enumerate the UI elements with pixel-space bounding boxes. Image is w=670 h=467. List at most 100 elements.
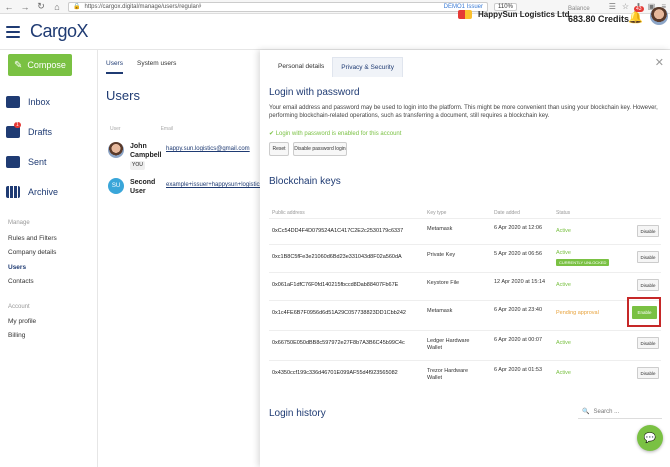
table-row: 0x66750E050dBB8c597972e27F8b7A3B6C45b99C… [269, 330, 661, 356]
reset-button[interactable]: Reset [269, 142, 289, 156]
login-history-title: Login history [269, 408, 326, 419]
hamburger-menu-icon[interactable] [6, 25, 20, 38]
forward-icon[interactable]: → [20, 2, 30, 12]
you-badge: YOU [130, 161, 145, 170]
col-email[interactable]: Email [161, 126, 174, 132]
key-status: Pending approval [556, 310, 599, 316]
company-selector[interactable]: HappySun Logistics Ltd. [458, 10, 572, 19]
col-public-address: Public address [272, 210, 305, 216]
company-logo [458, 10, 472, 19]
col-date-added: Date added [494, 210, 520, 216]
lock-icon: 🔒 [73, 4, 81, 10]
search-icon: 🔍 [582, 409, 590, 415]
page-title: Users [106, 88, 140, 103]
tab-users[interactable]: Users [106, 60, 123, 74]
search-input[interactable]: 🔍 Search ... [578, 405, 662, 419]
sidebar-item-label: Drafts [28, 127, 53, 137]
user-email[interactable]: example+issuer+happysun+logistics [166, 182, 263, 188]
url-text: https://cargox.digital/manage/users/regu… [84, 3, 202, 10]
key-date: 6 Apr 2020 at 23:40 [494, 307, 543, 313]
manage-section-title: Manage [8, 220, 30, 226]
login-password-title: Login with password [269, 87, 360, 98]
archive-icon [6, 186, 20, 198]
table-row: 0xCc54DD4F4D079524A1C417C2E2c2530179c633… [269, 218, 661, 244]
key-date: 6 Apr 2020 at 12:06 [494, 225, 543, 231]
key-date: 12 Apr 2020 at 15:14 [494, 279, 546, 285]
home-icon[interactable]: ⌂ [52, 2, 62, 12]
avatar [108, 142, 124, 158]
sidebar-item-sent[interactable]: Sent [6, 156, 47, 168]
login-description: Your email address and password may be u… [269, 105, 658, 119]
back-icon[interactable]: ← [4, 2, 14, 12]
sidebar-item-users[interactable]: Users [8, 264, 26, 271]
balance-value: 683.80 Credits [568, 14, 630, 24]
disable-button[interactable]: Disable [637, 251, 659, 263]
key-address: 0x1c4FE6B7F0956d6d51A29C057738823DD1Cbb2… [272, 310, 406, 316]
close-icon[interactable]: ✕ [655, 56, 664, 69]
key-type: Metamask [427, 226, 453, 232]
key-status: Active [556, 370, 571, 376]
company-name: HappySun Logistics Ltd. [478, 10, 572, 19]
key-status: Active [556, 340, 571, 346]
users-list: Users System users Users User Email John… [98, 50, 263, 467]
sidebar-item-label: Archive [28, 187, 59, 197]
drafts-badge: 1 [14, 122, 21, 128]
key-type: Keystore File [427, 280, 460, 286]
col-key-type: Key type [427, 210, 447, 216]
balance-label: Balance [568, 6, 590, 12]
table-row: 0x4350ccf199c336d46701E099AF55d4f9235650… [269, 360, 661, 386]
sidebar-item-rules[interactable]: Rules and Filters [8, 235, 57, 242]
user-detail-panel: Personal details Privacy & Security ✕ Lo… [260, 50, 670, 467]
table-row: 0x1c4FE6B7F0956d6d51A29C057738823DD1Cbb2… [269, 300, 661, 326]
disable-button[interactable]: Disable [637, 337, 659, 349]
disable-button[interactable]: Disable [637, 367, 659, 379]
enable-button[interactable]: Enable [632, 306, 657, 319]
user-email[interactable]: happy.sun.logistics@gmail.com [166, 146, 250, 152]
unlocked-badge: CURRENTLY UNLOCKED [556, 259, 610, 266]
key-address: 0x061aF1dfC76F0fd140215fbccd8Dab88407Fb6… [272, 282, 399, 288]
pen-icon: ✎ [14, 59, 23, 71]
inbox-icon [6, 96, 20, 108]
user-avatar[interactable] [650, 7, 668, 25]
tab-privacy-security[interactable]: Privacy & Security [332, 57, 403, 77]
users-table-header: User Email [110, 126, 173, 132]
table-row[interactable]: SU Second User example+issuer+happysun+l… [108, 178, 263, 196]
compose-button[interactable]: ✎ Compose [8, 54, 72, 76]
account-section-title: Account [8, 304, 30, 310]
sidebar-item-inbox[interactable]: Inbox [6, 96, 50, 108]
chat-button[interactable]: 💬 [637, 425, 663, 451]
sidebar-item-company[interactable]: Company details [8, 249, 56, 256]
compose-label: Compose [27, 60, 66, 70]
sidebar-item-label: Sent [28, 157, 47, 167]
table-row[interactable]: John Campbell YOU happy.sun.logistics@gm… [108, 142, 250, 170]
users-tabs: Users System users [106, 60, 176, 74]
key-type: Metamask [427, 308, 453, 314]
bell-icon[interactable]: 🔔 43 [628, 6, 644, 24]
key-type: Trezor Hardware Wallet [427, 368, 469, 381]
tab-personal-details[interactable]: Personal details [270, 57, 332, 77]
reload-icon[interactable]: ↻ [36, 1, 46, 12]
key-type: Private Key [427, 252, 456, 258]
sidebar-item-billing[interactable]: Billing [8, 332, 25, 339]
sidebar-item-contacts[interactable]: Contacts [8, 278, 34, 285]
blockchain-keys-title: Blockchain keys [269, 176, 341, 187]
key-address: 0x4350ccf199c336d46701E099AF55d4f9235650… [272, 370, 398, 376]
sidebar-item-profile[interactable]: My profile [8, 318, 36, 325]
col-user[interactable]: User [110, 126, 121, 132]
sidebar-item-label: Inbox [28, 97, 51, 107]
disable-password-button[interactable]: Disable password login [293, 142, 347, 156]
disable-button[interactable]: Disable [637, 279, 659, 291]
cargox-logo[interactable]: CargoX [30, 21, 89, 42]
key-date: 6 Apr 2020 at 01:53 [494, 367, 543, 373]
logo-text: CargoX [30, 21, 89, 41]
sidebar-item-drafts[interactable]: 1 Drafts [6, 122, 53, 138]
table-row: 0xc1B8C5fFe3e21060d6Bd23e331043d8F02a560… [269, 244, 661, 270]
disable-button[interactable]: Disable [637, 225, 659, 237]
user-name: John Campbell YOU [130, 142, 162, 170]
tab-system-users[interactable]: System users [137, 60, 176, 74]
notification-badge: 43 [634, 6, 644, 12]
address-bar[interactable]: 🔒 https://cargox.digital/manage/users/re… [68, 1, 488, 12]
sidebar-item-archive[interactable]: Archive [6, 186, 58, 198]
key-type: Ledger Hardware Wallet [427, 338, 470, 351]
sidebar: ✎ Compose Inbox 1 Drafts Sent Archive Ma… [0, 50, 98, 467]
